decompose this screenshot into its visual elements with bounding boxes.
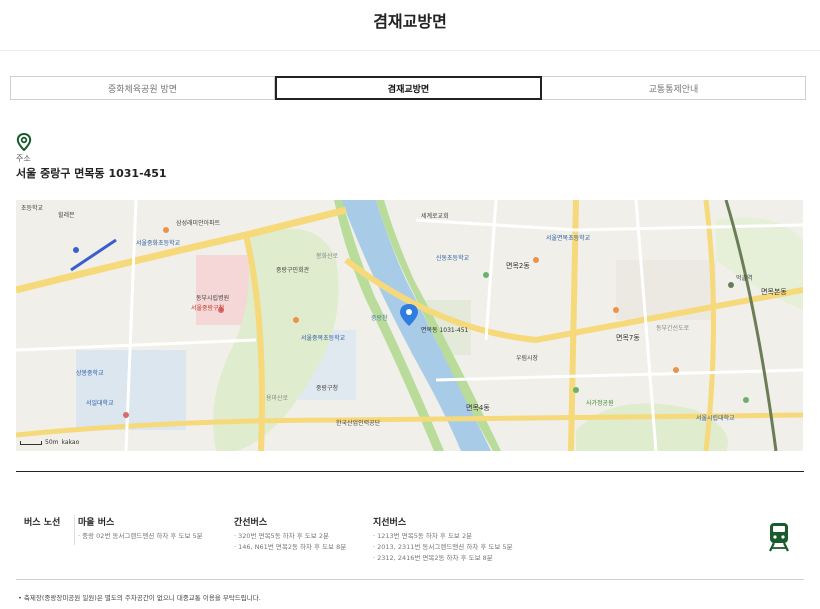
tab-gyeomjae-bridge[interactable]: 겸재교방면 [275,76,542,100]
map-label: 우림시장 [516,354,539,362]
map-scale: 50m kakao [20,439,79,446]
map-label: 면목7동 [616,333,640,342]
pin-icon [16,133,32,151]
parking-notice: • 축제장(중랑장미공원 일원)은 별도의 주차공간이 없으니 대중교통 이용을… [18,594,261,602]
map-label: 사가정공원 [586,399,614,407]
tab-junghwa-park[interactable]: 중화체육공원 방면 [11,77,275,99]
map-label: 서울중목초등학교 [301,334,346,342]
bus-route-item: · 2013, 2311번 동서그랜드맨션 하차 후 도보 5분 [373,543,513,551]
bus-route-item: · 2312, 2416번 면목2동 하차 후 도보 8분 [373,554,493,562]
map-label: 서일대학교 [86,399,114,407]
bus-route-item: · 중랑 02번 동서그랜드맨션 하차 후 도보 5분 [78,532,203,540]
bus-group-title: 마을 버스 [78,518,115,528]
bus-group-village: 마을 버스 · 중랑 02번 동서그랜드맨션 하차 후 도보 5분 [78,515,203,542]
column-divider [74,515,75,545]
bottom-divider [16,579,804,580]
bus-group-trunk: 간선버스 · 320번 면목5동 하차 후 도보 2분 · 146, N61번 … [234,515,346,553]
map-label: 동부시립병원 [196,294,229,302]
map-label: 초등학교 [21,204,44,212]
tab-traffic-control[interactable]: 교통통제안내 [542,77,805,99]
map-label: 신동초등학교 [436,254,470,262]
bus-route-item: · 146, N61번 면목2동 하차 후 도보 8분 [234,543,347,551]
section-divider [16,471,804,472]
bus-route-item: · 320번 면목5동 하차 후 도보 2분 [234,532,329,540]
map-label: 삼성래미안아파트 [176,219,221,227]
direction-tabs: 중화체육공원 방면 겸재교방면 교통통제안내 [10,76,806,100]
map-brand: kakao [61,439,80,446]
map-label: 면목4동 [466,403,490,412]
bus-route-item: · 1213번 면목5동 하차 후 도보 2분 [373,532,473,540]
map-label: 세계로교회 [421,212,449,220]
map-label: 상봉중학교 [76,369,104,377]
train-icon [769,523,789,552]
scale-text: 50m [45,439,59,446]
address-label: 주소 [16,154,31,163]
map-label: 동부간선도로 [656,324,690,332]
map-label: 면목동 1031-451 [421,326,469,334]
map-label: 면목본동 [761,287,787,296]
bus-group-branch: 지선버스 · 1213번 면목5동 하차 후 도보 2분 · 2013, 231… [373,515,513,564]
map-label: 중랑천 [371,314,388,322]
location-map[interactable]: 초등학교 힐레븐 서울중화초등학교 삼성래미안아파트 세계로교회 봉화산로 중랑… [16,200,803,451]
map-label: 먹골역 [736,274,753,282]
map-label: 중랑구민회관 [276,266,310,274]
address-value: 서울 중랑구 면목동 1031-451 [16,167,167,180]
map-label: 서울중랑구청 [191,304,224,312]
map-label: 서울중화초등학교 [136,239,181,247]
map-label: 면목2동 [506,261,530,270]
map-canvas[interactable]: 초등학교 힐레븐 서울중화초등학교 삼성래미안아파트 세계로교회 봉화산로 중랑… [16,200,803,451]
page-title: 겸재교방면 [373,12,447,31]
map-label: 봉화산로 [316,252,339,260]
map-label: 서울면목초등학교 [546,234,591,242]
bus-routes-heading: 버스 노선 [24,518,61,528]
map-label: 중랑구청 [316,385,338,392]
bus-group-title: 지선버스 [373,518,407,528]
scale-bar [20,440,42,445]
map-label: 힐레븐 [58,211,75,219]
map-label: 서울시립대학교 [696,414,735,422]
bus-group-title: 간선버스 [234,518,268,528]
title-divider [0,50,820,51]
map-label: 용마산로 [266,394,289,402]
map-label: 한국산업인력공단 [336,419,381,427]
